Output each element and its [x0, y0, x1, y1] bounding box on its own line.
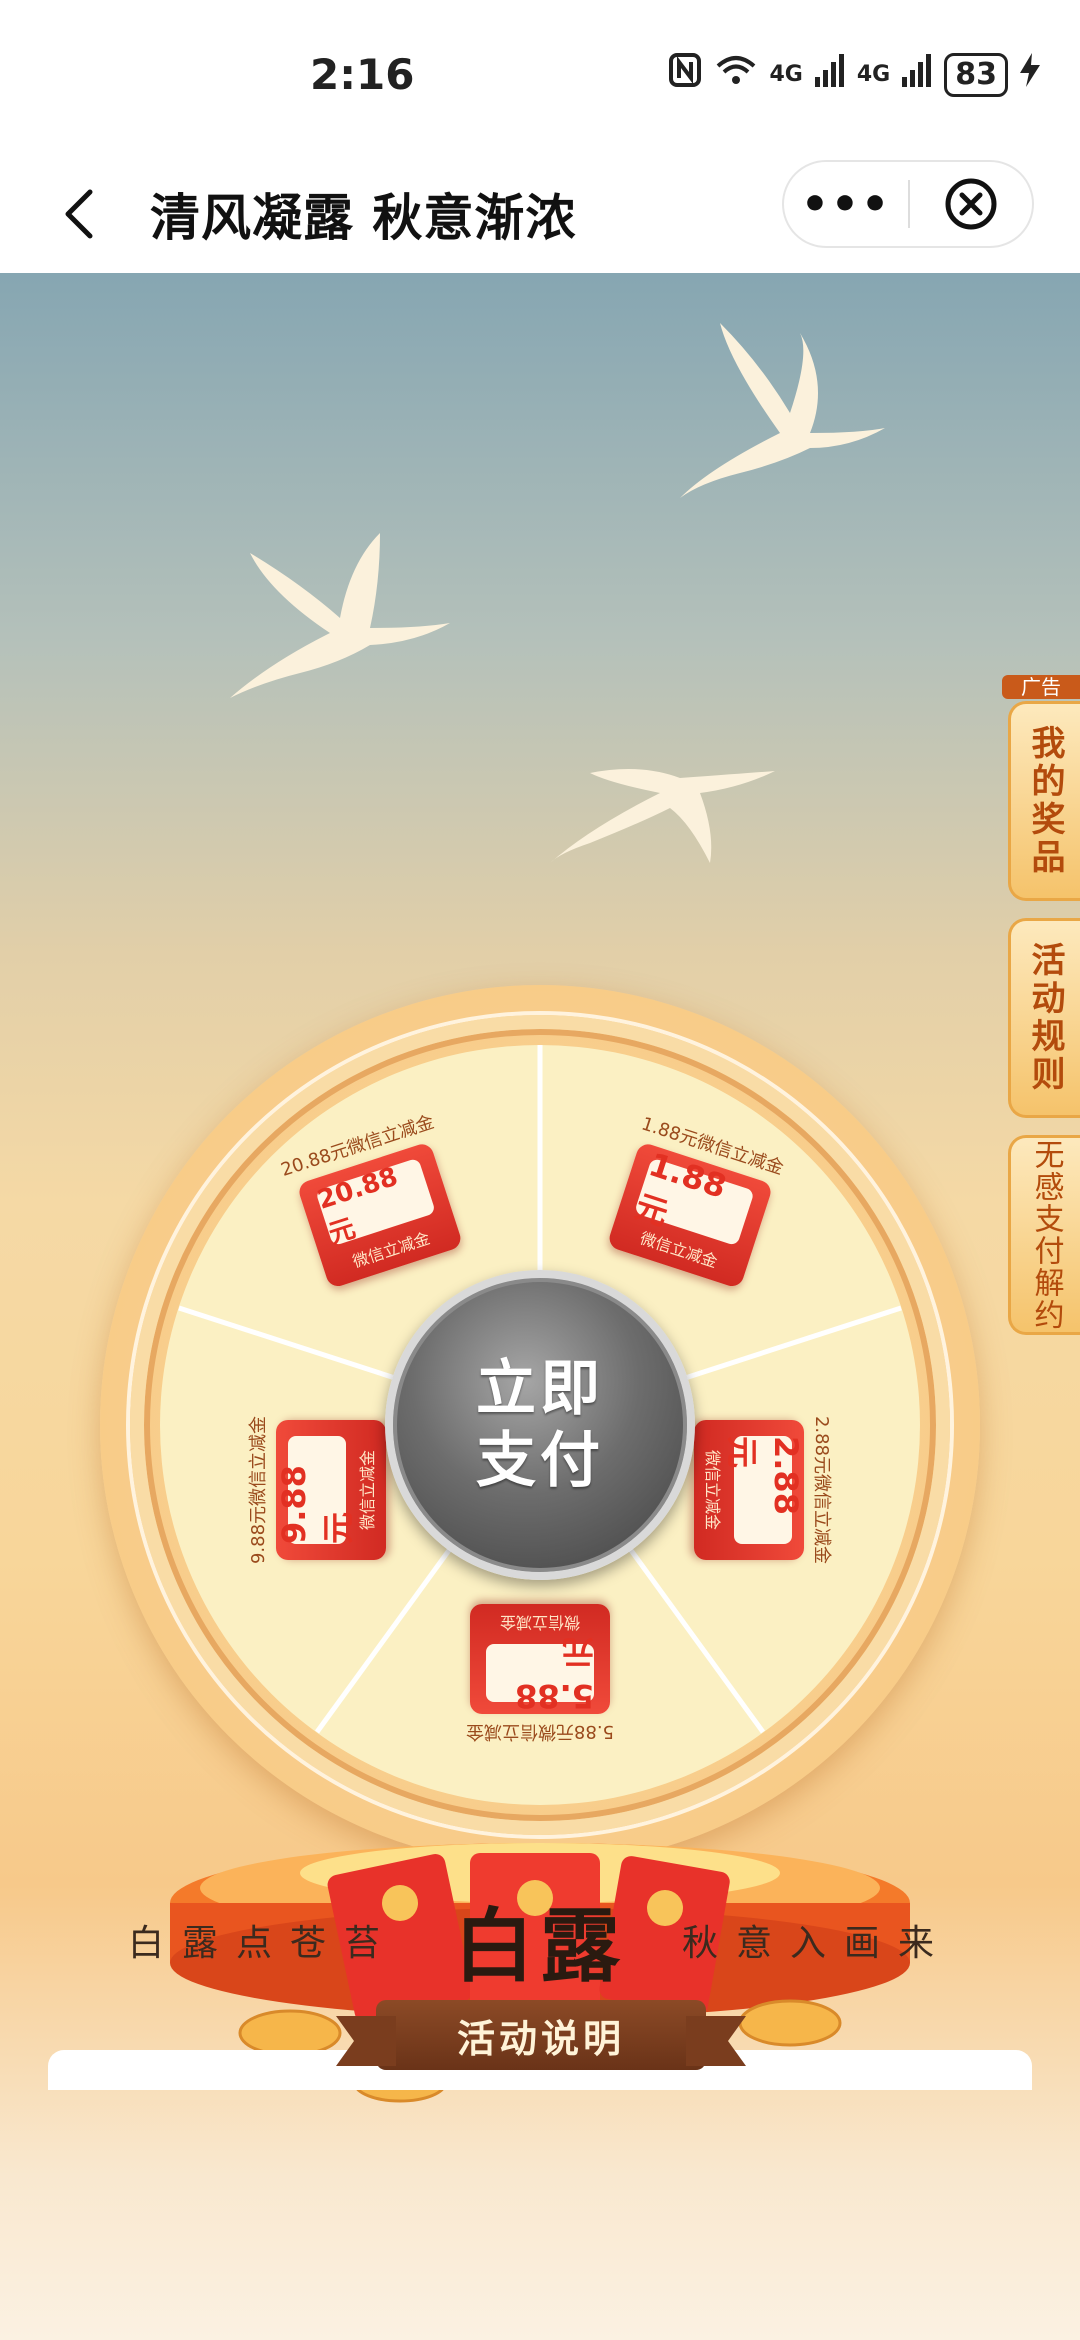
close-circle-icon: [945, 178, 997, 230]
back-button[interactable]: [40, 174, 120, 254]
nfc-icon: [668, 52, 702, 97]
prize-slot: 2.88元微信立减金 2.88元 微信立减金: [680, 1405, 850, 1575]
page-title: 清风凝露 秋意渐浓: [150, 189, 577, 247]
wifi-icon: [714, 52, 758, 97]
slogan-center: 白露: [454, 1899, 626, 1993]
charging-icon: [1020, 53, 1040, 96]
status-bar: 2:16 4G 4G 83: [0, 0, 1080, 160]
mini-program-capsule: •••: [782, 160, 1034, 248]
slogan-right: 秋意入画来: [682, 1923, 953, 1964]
prize-sub: 微信立减金: [358, 1450, 377, 1531]
activity-rules-banner: 活动说明: [376, 2000, 706, 2070]
network-label-1: 4G: [769, 62, 803, 87]
prize-amount: 2.88元: [723, 1436, 805, 1544]
pay-now-button[interactable]: 立即 支付: [385, 1270, 695, 1580]
pay-now-line2: 支付: [476, 1426, 604, 1496]
signal-icon: [814, 53, 845, 96]
prize-slot: 5.88元微信立减金 5.88元 微信立减金: [455, 1590, 625, 1760]
prize-amount: 9.88 元: [275, 1436, 357, 1544]
nav-bar: 清风凝露 秋意渐浓 •••: [0, 160, 1080, 273]
prize-wheel: 20.88元微信立减金 20.88元 微信立减金 1.88元微信立减金 1.88…: [100, 985, 980, 1865]
signal-icon: [902, 53, 932, 96]
ad-tag: 广告: [1002, 675, 1080, 699]
crane-illustration: [550, 769, 775, 863]
red-envelope-card: 2.88元 微信立减金: [694, 1420, 805, 1560]
chevron-left-icon: [65, 189, 93, 239]
prize-slot: 9.88元微信立减金 9.88 元 微信立减金: [230, 1405, 400, 1575]
crane-illustration: [230, 533, 450, 698]
pay-now-line1: 立即: [476, 1354, 604, 1424]
prize-title: 9.88元微信立减金: [248, 1415, 269, 1565]
prize-sub: 微信立减金: [500, 1613, 581, 1632]
crane-illustration: [680, 323, 885, 498]
red-envelope-card: 5.88元 微信立减金: [470, 1604, 610, 1715]
red-envelope-card: 9.88 元 微信立减金: [275, 1420, 386, 1560]
slogan-row: 白露点苍苔 白露 秋意入画来: [0, 1870, 1080, 2010]
slogan-left: 白露点苍苔: [127, 1923, 398, 1964]
status-icons: 4G 4G 83: [668, 52, 1040, 97]
my-prizes-tab[interactable]: 我的奖品: [1008, 701, 1080, 901]
prize-sub: 微信立减金: [703, 1449, 722, 1530]
battery-indicator: 83: [944, 52, 1008, 97]
unbind-payment-tab[interactable]: 无感支付解约: [1008, 1135, 1080, 1335]
network-label-2: 4G: [856, 62, 891, 87]
rules-tab[interactable]: 活动规则: [1008, 918, 1080, 1118]
close-button[interactable]: [910, 162, 1032, 246]
status-time: 2:16: [310, 50, 415, 99]
prize-title: 5.88元微信立减金: [465, 1721, 615, 1742]
prize-amount: 5.88元: [486, 1633, 594, 1715]
more-button[interactable]: •••: [784, 162, 908, 246]
prize-title: 2.88元微信立减金: [811, 1415, 832, 1565]
